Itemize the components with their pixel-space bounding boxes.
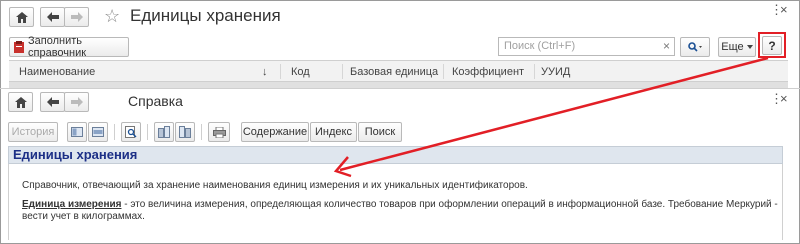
annotation-arrow [333, 56, 769, 178]
